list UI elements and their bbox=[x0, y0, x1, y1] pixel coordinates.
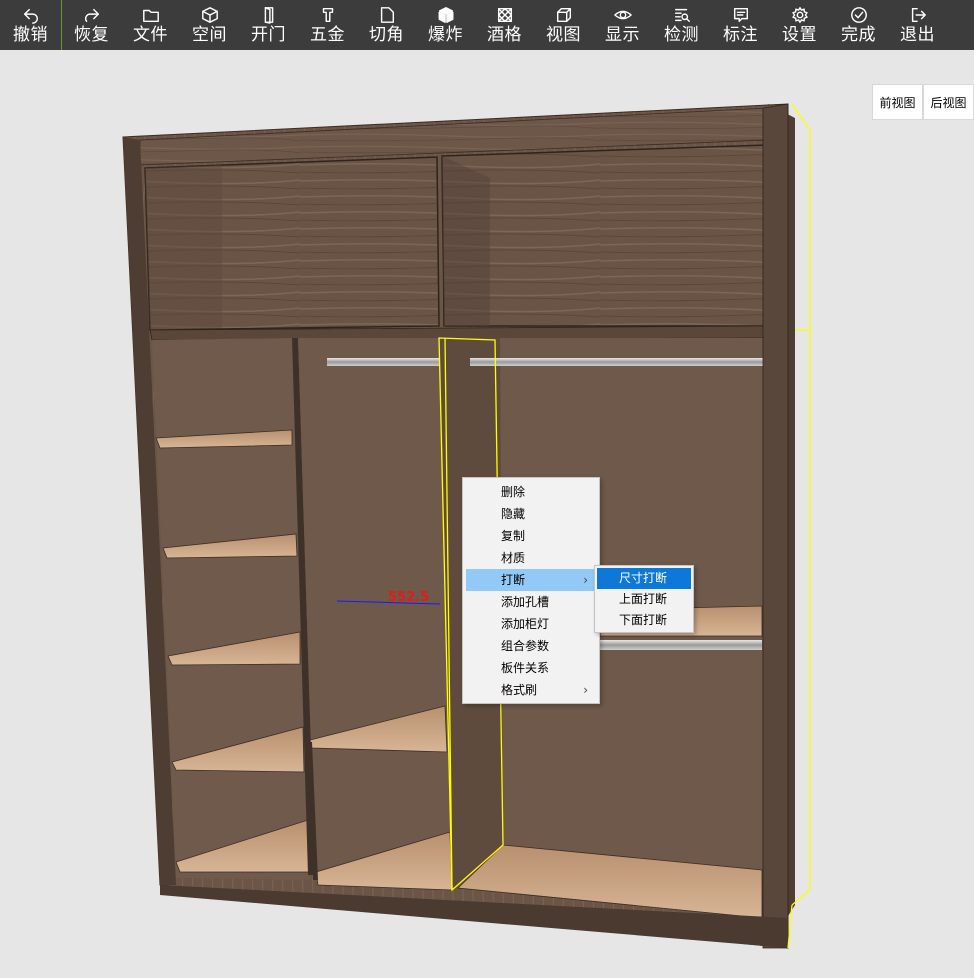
menu-item-label: 隐藏 bbox=[501, 507, 526, 521]
cut-corner-label: 切角 bbox=[369, 25, 404, 45]
menu-item-label: 材质 bbox=[501, 551, 526, 565]
right-front-panel[interactable] bbox=[762, 103, 789, 949]
exit-label: 退出 bbox=[900, 25, 935, 45]
redo-label: 恢复 bbox=[74, 25, 109, 45]
menu-item-group-params[interactable]: 组合参数 bbox=[466, 635, 596, 657]
display-label: 显示 bbox=[605, 25, 640, 45]
menu-item-break[interactable]: 打断 › bbox=[466, 569, 596, 591]
menu-item-label: 添加柜灯 bbox=[501, 617, 550, 631]
folder-icon bbox=[142, 9, 159, 23]
view-label: 视图 bbox=[546, 25, 581, 45]
explode-label: 爆炸 bbox=[428, 25, 463, 45]
submenu-item-top-break[interactable]: 上面打断 bbox=[597, 589, 691, 610]
cut-corner-button[interactable]: 切角 bbox=[357, 0, 416, 50]
submenu-arrow-icon: › bbox=[583, 683, 588, 697]
inspect-button[interactable]: 检测 bbox=[652, 0, 711, 50]
inspect-label: 检测 bbox=[664, 25, 699, 45]
exit-icon bbox=[911, 7, 926, 23]
menu-item-label: 复制 bbox=[501, 529, 526, 543]
settings-label: 设置 bbox=[782, 25, 817, 45]
front-view-button[interactable]: 前视图 bbox=[872, 84, 923, 120]
menu-item-label: 格式刷 bbox=[501, 683, 538, 697]
hanging-rod-lower[interactable] bbox=[600, 640, 762, 650]
left-column-interior bbox=[152, 338, 310, 880]
settings-button[interactable]: 设置 bbox=[770, 0, 829, 50]
wine-grid-label: 酒格 bbox=[487, 25, 522, 45]
file-label: 文件 bbox=[133, 25, 168, 45]
annotate-button[interactable]: 标注 bbox=[711, 0, 770, 50]
view-switcher: 前视图 后视图 bbox=[872, 84, 974, 120]
menu-item-add-light[interactable]: 添加柜灯 bbox=[466, 613, 596, 635]
inspect-icon bbox=[674, 8, 690, 23]
door-icon bbox=[264, 7, 273, 24]
menu-item-material[interactable]: 材质 bbox=[466, 547, 596, 569]
explode-button[interactable]: 爆炸 bbox=[416, 0, 475, 50]
hardware-icon bbox=[322, 7, 333, 23]
space-button[interactable]: 空间 bbox=[180, 0, 239, 50]
dimension-label: 552.5 bbox=[388, 590, 430, 605]
cube-icon bbox=[201, 7, 218, 23]
hardware-label: 五金 bbox=[310, 25, 345, 45]
menu-item-add-hole[interactable]: 添加孔槽 bbox=[466, 591, 596, 613]
menu-item-label: 组合参数 bbox=[501, 639, 550, 653]
menu-item-label: 板件关系 bbox=[501, 661, 550, 675]
upper-right-door[interactable] bbox=[441, 144, 768, 327]
undo-label: 撤销 bbox=[13, 25, 48, 45]
done-label: 完成 bbox=[841, 25, 876, 45]
done-button[interactable]: 完成 bbox=[829, 0, 888, 50]
menu-item-format-painter[interactable]: 格式刷 › bbox=[466, 679, 596, 701]
upper-right-door-frame-shade bbox=[442, 156, 490, 326]
menu-item-label: 打断 bbox=[501, 573, 526, 587]
menu-item-label: 添加孔槽 bbox=[501, 595, 550, 609]
back-view-button[interactable]: 后视图 bbox=[923, 84, 974, 120]
main-toolbar: 撤销 恢复 文件 空间 开门 五金 切角 爆炸 酒格 视图 显示 检测 标注 设… bbox=[0, 0, 974, 50]
undo-icon bbox=[23, 8, 38, 24]
hanging-rod-right[interactable] bbox=[470, 358, 765, 366]
view-icon bbox=[556, 7, 571, 23]
hardware-button[interactable]: 五金 bbox=[298, 0, 357, 50]
redo-icon bbox=[84, 8, 99, 23]
undo-button[interactable]: 撤销 bbox=[0, 0, 62, 50]
space-label: 空间 bbox=[192, 25, 227, 45]
context-menu: 删除 隐藏 复制 材质 打断 › 添加孔槽 添加柜灯 组合参数 板件关系 格式刷 › bbox=[462, 477, 600, 704]
open-door-label: 开门 bbox=[251, 25, 286, 45]
file-button[interactable]: 文件 bbox=[121, 0, 180, 50]
wine-grid-button[interactable]: 酒格 bbox=[475, 0, 534, 50]
check-circle-icon bbox=[850, 7, 867, 23]
exit-button[interactable]: 退出 bbox=[888, 0, 947, 50]
menu-item-delete[interactable]: 删除 bbox=[466, 481, 596, 503]
menu-item-copy[interactable]: 复制 bbox=[466, 525, 596, 547]
view-button[interactable]: 视图 bbox=[534, 0, 593, 50]
cut-corner-icon bbox=[380, 7, 394, 23]
menu-item-hide[interactable]: 隐藏 bbox=[466, 503, 596, 525]
break-submenu: 尺寸打断 上面打断 下面打断 bbox=[594, 565, 694, 633]
redo-button[interactable]: 恢复 bbox=[62, 0, 121, 50]
open-door-button[interactable]: 开门 bbox=[239, 0, 298, 50]
display-button[interactable]: 显示 bbox=[593, 0, 652, 50]
hanging-rod-left[interactable] bbox=[327, 358, 440, 366]
submenu-item-size-break[interactable]: 尺寸打断 bbox=[597, 568, 691, 589]
menu-item-panel-relations[interactable]: 板件关系 bbox=[466, 657, 596, 679]
cabinet-model[interactable] bbox=[122, 103, 795, 949]
annotate-label: 标注 bbox=[723, 25, 758, 45]
wine-grid-icon bbox=[497, 7, 512, 23]
menu-item-label: 删除 bbox=[501, 485, 526, 499]
annotate-icon bbox=[733, 7, 748, 23]
submenu-arrow-icon: › bbox=[583, 573, 588, 587]
submenu-item-bottom-break[interactable]: 下面打断 bbox=[597, 610, 691, 631]
upper-left-door-frame-shade bbox=[145, 165, 222, 330]
gear-icon bbox=[791, 7, 808, 23]
eye-icon bbox=[613, 10, 632, 20]
explode-icon bbox=[438, 7, 453, 23]
